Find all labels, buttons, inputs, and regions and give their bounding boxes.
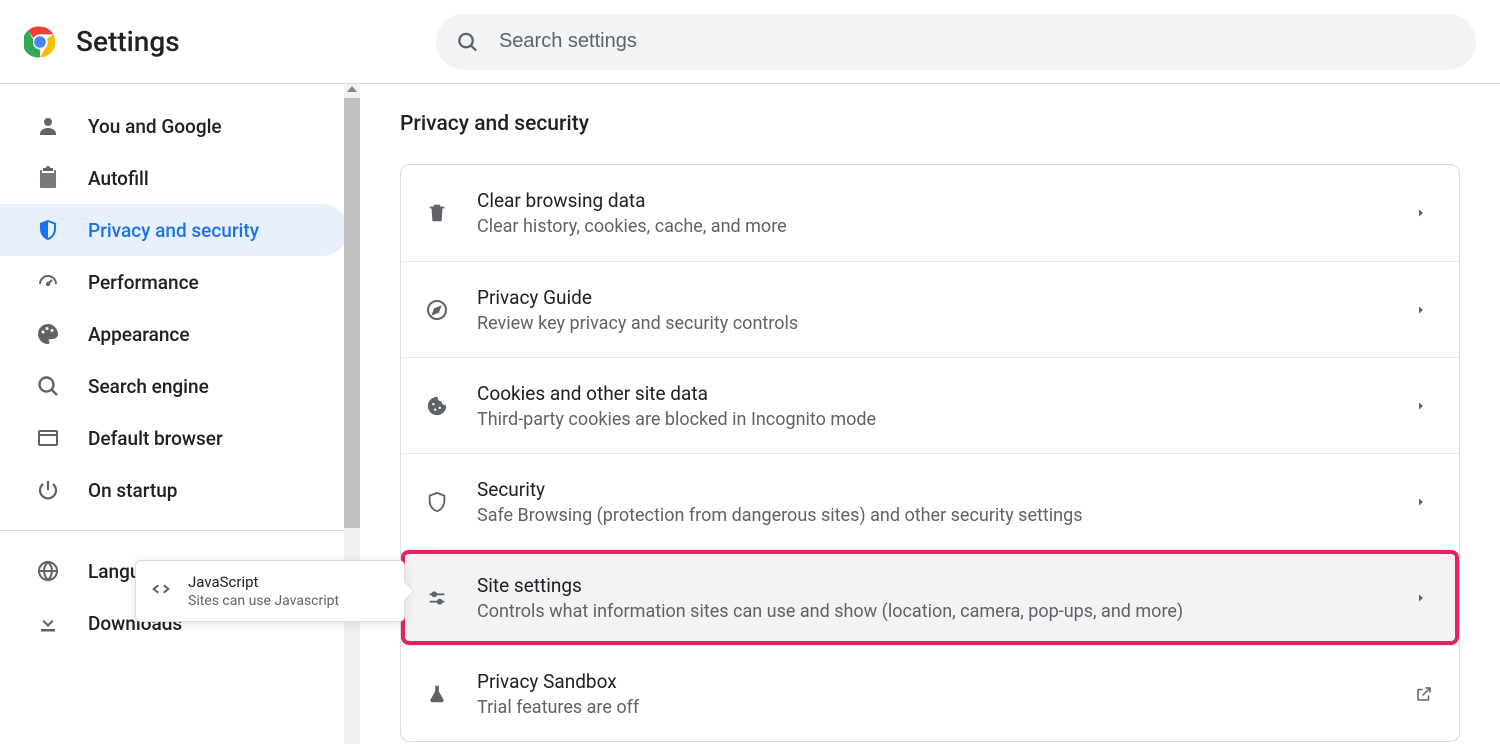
- chevron-right-icon: [1415, 400, 1435, 412]
- sidebar-item-label: Appearance: [88, 323, 190, 346]
- row-title: Privacy Guide: [477, 286, 1415, 309]
- shield-outline-icon: [425, 490, 449, 514]
- sidebar-item-you-and-google[interactable]: You and Google: [0, 100, 348, 152]
- flask-icon: [425, 682, 449, 706]
- main-content: Privacy and security Clear browsing data…: [360, 84, 1500, 744]
- sidebar-item-label: Privacy and security: [88, 219, 259, 242]
- row-subtitle: Trial features are off: [477, 697, 1415, 718]
- power-icon: [36, 478, 60, 502]
- sidebar-item-default-browser[interactable]: Default browser: [0, 412, 348, 464]
- section-title: Privacy and security: [400, 112, 1460, 136]
- row-title: Security: [477, 478, 1415, 501]
- sidebar-item-search-engine[interactable]: Search engine: [0, 360, 348, 412]
- shield-icon: [36, 218, 60, 242]
- row-site-settings[interactable]: Site settings Controls what information …: [401, 549, 1459, 645]
- search-icon: [36, 374, 60, 398]
- sidebar-item-privacy-security[interactable]: Privacy and security: [0, 204, 348, 256]
- scroll-up-icon[interactable]: [347, 86, 357, 92]
- row-cookies[interactable]: Cookies and other site data Third-party …: [401, 357, 1459, 453]
- chevron-right-icon: [1415, 207, 1435, 219]
- body: You and Google Autofill Privacy and secu…: [0, 84, 1500, 744]
- row-clear-browsing-data[interactable]: Clear browsing data Clear history, cooki…: [401, 165, 1459, 261]
- search-bar[interactable]: [436, 14, 1476, 70]
- row-title: Cookies and other site data: [477, 382, 1415, 405]
- sidebar-item-autofill[interactable]: Autofill: [0, 152, 348, 204]
- sliders-icon: [425, 586, 449, 610]
- row-security[interactable]: Security Safe Browsing (protection from …: [401, 453, 1459, 549]
- search-icon: [456, 30, 479, 54]
- scrollbar-track[interactable]: [344, 84, 360, 744]
- palette-icon: [36, 322, 60, 346]
- sidebar: You and Google Autofill Privacy and secu…: [0, 84, 360, 744]
- row-subtitle: Third-party cookies are blocked in Incog…: [477, 409, 1415, 430]
- person-icon: [36, 114, 60, 138]
- row-subtitle: Clear history, cookies, cache, and more: [477, 216, 1415, 237]
- cookie-icon: [425, 394, 449, 418]
- tooltip-title: JavaScript: [188, 573, 339, 591]
- sidebar-item-label: Search engine: [88, 375, 209, 398]
- external-link-icon: [1415, 685, 1435, 703]
- row-title: Privacy Sandbox: [477, 670, 1415, 693]
- sidebar-item-appearance[interactable]: Appearance: [0, 308, 348, 360]
- download-icon: [36, 611, 60, 635]
- row-privacy-guide[interactable]: Privacy Guide Review key privacy and sec…: [401, 261, 1459, 357]
- code-icon: [150, 578, 172, 604]
- search-input[interactable]: [499, 30, 1456, 53]
- scrollbar-thumb[interactable]: [344, 98, 360, 528]
- settings-card: Clear browsing data Clear history, cooki…: [400, 164, 1460, 742]
- row-subtitle: Safe Browsing (protection from dangerous…: [477, 505, 1415, 526]
- sidebar-item-label: Performance: [88, 271, 199, 294]
- page-title: Settings: [76, 25, 180, 58]
- chevron-right-icon: [1415, 304, 1435, 316]
- sidebar-item-label: You and Google: [88, 115, 222, 138]
- row-title: Clear browsing data: [477, 189, 1415, 212]
- tooltip-subtitle: Sites can use Javascript: [188, 593, 339, 609]
- sidebar-item-performance[interactable]: Performance: [0, 256, 348, 308]
- speedometer-icon: [36, 270, 60, 294]
- clipboard-icon: [36, 166, 60, 190]
- row-title: Site settings: [477, 574, 1415, 597]
- compass-icon: [425, 298, 449, 322]
- trash-icon: [425, 201, 449, 225]
- row-subtitle: Review key privacy and security controls: [477, 313, 1415, 334]
- sidebar-item-on-startup[interactable]: On startup: [0, 464, 348, 516]
- sidebar-divider: [0, 530, 360, 531]
- sidebar-item-label: On startup: [88, 479, 178, 502]
- chevron-right-icon: [1415, 592, 1435, 604]
- row-subtitle: Controls what information sites can use …: [477, 601, 1415, 622]
- row-privacy-sandbox[interactable]: Privacy Sandbox Trial features are off: [401, 645, 1459, 741]
- javascript-tooltip: JavaScript Sites can use Javascript: [135, 560, 405, 622]
- sidebar-item-label: Default browser: [88, 427, 223, 450]
- globe-icon: [36, 559, 60, 583]
- header: Settings: [0, 0, 1500, 84]
- sidebar-item-label: Autofill: [88, 167, 149, 190]
- browser-window-icon: [36, 426, 60, 450]
- chrome-logo-icon: [24, 26, 56, 58]
- chevron-right-icon: [1415, 496, 1435, 508]
